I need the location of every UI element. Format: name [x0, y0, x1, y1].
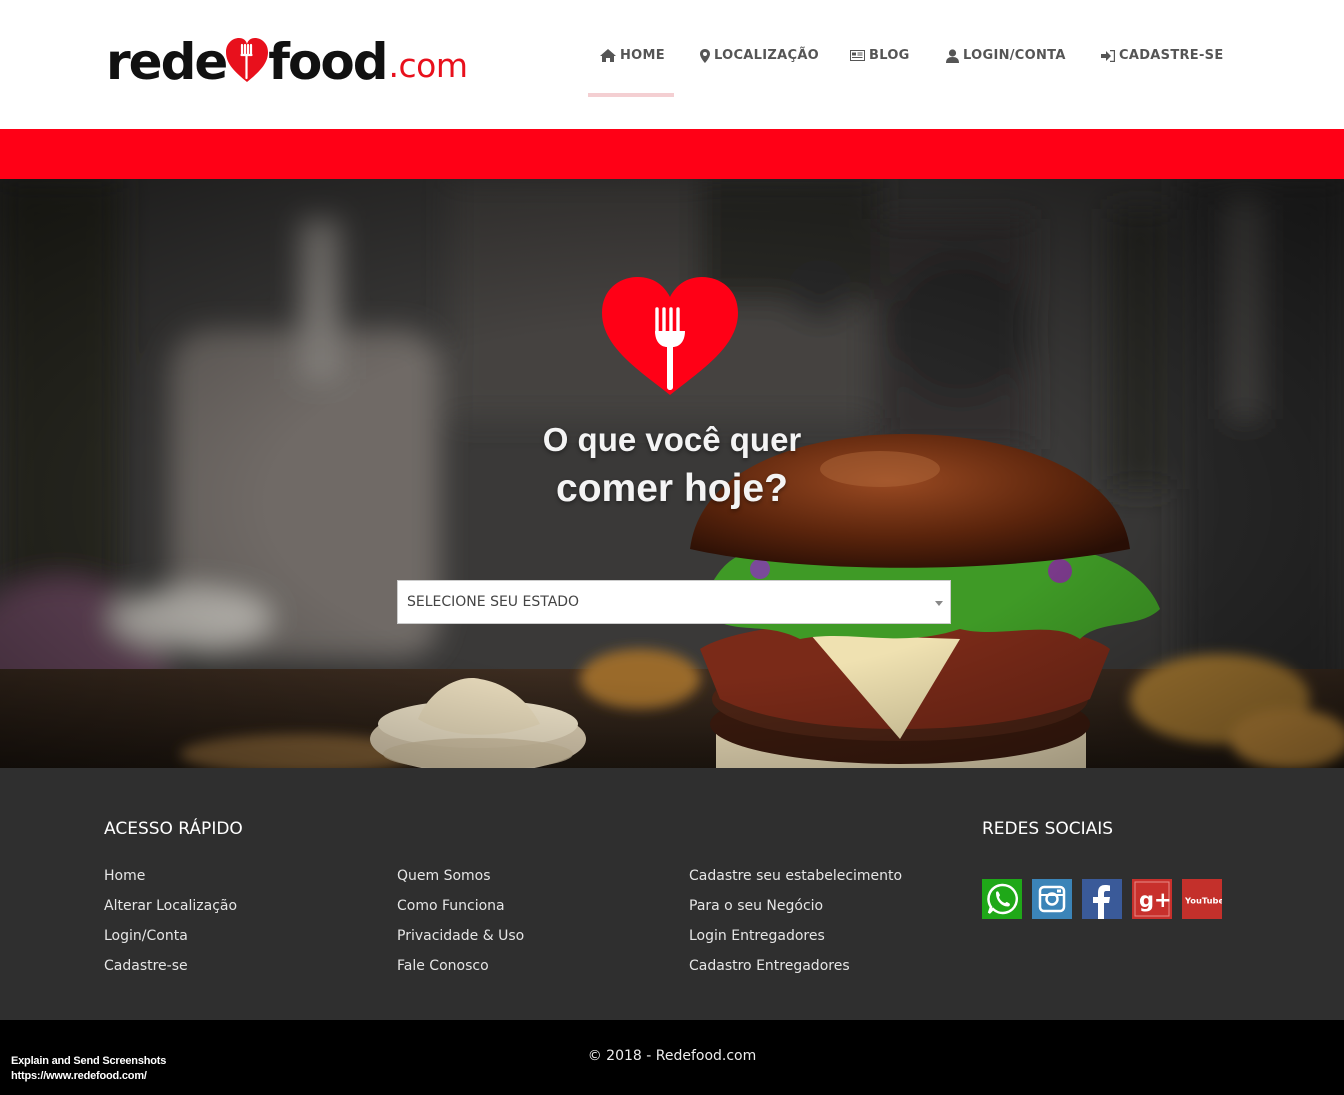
- nav-item-home[interactable]: HOME: [600, 48, 665, 63]
- footer-link-como-funciona[interactable]: Como Funciona: [397, 898, 505, 914]
- state-select[interactable]: SELECIONE SEU ESTADO: [397, 580, 951, 624]
- nav-item-login[interactable]: LOGIN/CONTA: [946, 48, 1066, 63]
- copyright-text: © 2018 - Redefood.com: [587, 1048, 757, 1064]
- user-icon: [946, 48, 959, 63]
- facebook-icon[interactable]: [1082, 879, 1122, 919]
- nav-item-blog[interactable]: BLOG: [850, 48, 910, 63]
- nav-label: CADASTRE-SE: [1119, 48, 1224, 63]
- footer-link-cadastre-estabelecimento[interactable]: Cadastre seu estabelecimento: [689, 868, 902, 884]
- red-accent-band: [0, 129, 1344, 179]
- sign-in-icon: [1101, 49, 1115, 62]
- screenshot-overlay-url: https://www.redefood.com/: [11, 1070, 147, 1082]
- home-icon: [600, 49, 616, 62]
- footer-link-login-conta[interactable]: Login/Conta: [104, 928, 188, 944]
- footer-link-cadastro-entregadores[interactable]: Cadastro Entregadores: [689, 958, 850, 974]
- footer-link-para-negocio[interactable]: Para o seu Negócio: [689, 898, 823, 914]
- screenshot-overlay-title: Explain and Send Screenshots: [11, 1055, 167, 1067]
- nav-label: LOCALIZAÇÃO: [714, 48, 820, 63]
- caret-down-icon: [935, 601, 943, 606]
- whatsapp-icon[interactable]: [982, 879, 1022, 919]
- footer-heading-social: REDES SOCIAIS: [982, 819, 1114, 839]
- nav-label: BLOG: [869, 48, 910, 63]
- nav-item-localizacao[interactable]: LOCALIZAÇÃO: [700, 48, 819, 63]
- footer-heading-quick-access: ACESSO RÁPIDO: [104, 819, 243, 839]
- hero-title-line1: O que você quer: [542, 421, 802, 458]
- heart-fork-icon: [602, 277, 738, 395]
- google-plus-icon[interactable]: g+: [1132, 879, 1172, 919]
- svg-text:YouTube: YouTube: [1184, 896, 1222, 906]
- nav-label: HOME: [620, 48, 665, 63]
- nav-label: LOGIN/CONTA: [963, 48, 1066, 63]
- site-header: rede food .com HOME LOCALIZAÇÃO BLOG LOG…: [0, 0, 1344, 129]
- nav-item-cadastre[interactable]: CADASTRE-SE: [1101, 48, 1224, 63]
- footer-link-cadastre-se[interactable]: Cadastre-se: [104, 958, 188, 974]
- main-nav: HOME LOCALIZAÇÃO BLOG LOGIN/CONTA CADAST…: [0, 48, 1344, 70]
- footer-link-alterar-localizacao[interactable]: Alterar Localização: [104, 898, 237, 914]
- footer-link-privacidade[interactable]: Privacidade & Uso: [397, 928, 524, 944]
- footer-link-fale-conosco[interactable]: Fale Conosco: [397, 958, 489, 974]
- svg-text:g+: g+: [1139, 888, 1172, 912]
- newspaper-icon: [850, 50, 865, 61]
- footer-link-quem-somos[interactable]: Quem Somos: [397, 868, 491, 884]
- bottom-bar: © 2018 - Redefood.com Explain and Send S…: [0, 1020, 1344, 1095]
- hero-section: O que você quer comer hoje? SELECIONE SE…: [0, 179, 1344, 768]
- youtube-icon[interactable]: YouTube: [1182, 879, 1222, 919]
- map-marker-icon: [700, 48, 710, 63]
- active-nav-indicator: [588, 93, 674, 97]
- instagram-icon[interactable]: [1032, 879, 1072, 919]
- state-select-value: SELECIONE SEU ESTADO: [407, 594, 580, 610]
- site-footer: ACESSO RÁPIDO Home Alterar Localização L…: [0, 768, 1344, 1020]
- footer-link-home[interactable]: Home: [104, 868, 145, 884]
- footer-link-login-entregadores[interactable]: Login Entregadores: [689, 928, 825, 944]
- hero-title-line2: comer hoje?: [556, 467, 788, 510]
